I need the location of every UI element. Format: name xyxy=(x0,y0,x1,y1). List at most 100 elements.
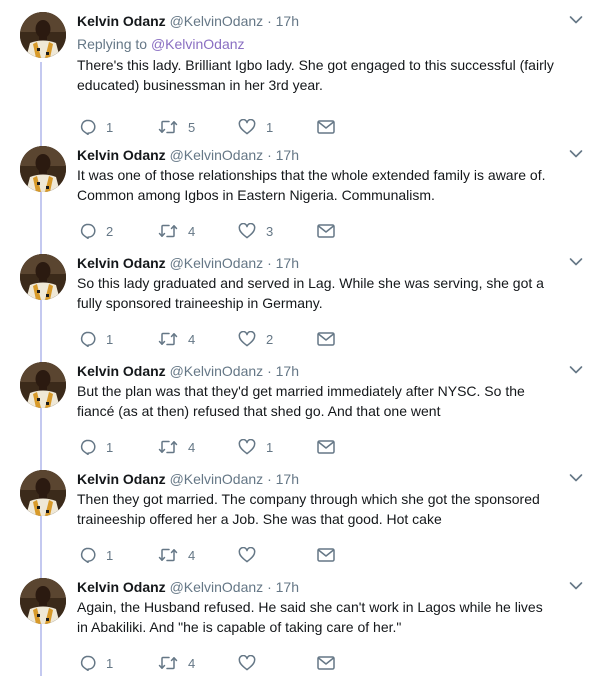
author-name[interactable]: Kelvin Odanz xyxy=(77,579,166,595)
reply-count: 1 xyxy=(106,119,114,135)
tweet-text: So this lady graduated and served in Lag… xyxy=(77,275,544,311)
retweet-icon xyxy=(158,547,178,563)
retweet-icon xyxy=(158,655,178,671)
tweet-actions: 1 4 2 xyxy=(0,329,420,349)
chevron-down-icon[interactable] xyxy=(568,578,584,594)
author-handle[interactable]: @KelvinOdanz xyxy=(170,579,264,595)
avatar[interactable] xyxy=(20,362,66,408)
retweet-button[interactable]: 4 xyxy=(158,653,195,673)
tweet-timestamp[interactable]: 17h xyxy=(276,147,299,163)
tweet-header: Kelvin Odanz @KelvinOdanz · 17h xyxy=(77,362,557,380)
avatar[interactable] xyxy=(20,578,66,624)
author-handle[interactable]: @KelvinOdanz xyxy=(170,471,264,487)
chevron-down-icon[interactable] xyxy=(568,470,584,486)
chevron-down-icon[interactable] xyxy=(568,362,584,378)
tweet-text: Then they got married. The company throu… xyxy=(77,491,540,527)
reply-button[interactable]: 1 xyxy=(79,329,113,349)
tweet-timestamp[interactable]: 17h xyxy=(276,471,299,487)
chevron-down-icon[interactable] xyxy=(568,254,584,270)
tweet-actions: 1 5 1 xyxy=(0,117,420,137)
separator-dot: · xyxy=(267,147,272,163)
tweet-text: Again, the Husband refused. He said she … xyxy=(77,599,543,635)
separator-dot: · xyxy=(267,471,272,487)
tweet-header: Kelvin Odanz @KelvinOdanz · 17h xyxy=(77,254,557,272)
reply-icon xyxy=(79,547,96,563)
tweet-text: There's this lady. Brilliant Igbo lady. … xyxy=(77,57,554,93)
tweet-actions: 1 4 xyxy=(0,545,420,565)
like-button[interactable]: 1 xyxy=(238,437,273,457)
retweet-icon xyxy=(158,223,178,239)
heart-icon xyxy=(238,655,256,671)
reply-button[interactable]: 1 xyxy=(79,545,113,565)
direct-message-button[interactable] xyxy=(317,221,335,241)
like-button[interactable] xyxy=(238,653,266,673)
author-handle[interactable]: @KelvinOdanz xyxy=(170,147,264,163)
direct-message-button[interactable] xyxy=(317,437,335,457)
avatar[interactable] xyxy=(20,254,66,300)
tweet-content: Kelvin Odanz @KelvinOdanz · 17h Then the… xyxy=(77,470,557,529)
author-name[interactable]: Kelvin Odanz xyxy=(77,363,166,379)
tweet-actions: 1 4 xyxy=(0,653,420,673)
direct-message-button[interactable] xyxy=(317,653,335,673)
heart-icon xyxy=(238,331,256,347)
retweet-button[interactable]: 4 xyxy=(158,545,195,565)
avatar[interactable] xyxy=(20,12,66,58)
retweet-button[interactable]: 4 xyxy=(158,329,195,349)
direct-message-button[interactable] xyxy=(317,545,335,565)
avatar[interactable] xyxy=(20,146,66,192)
author-name[interactable]: Kelvin Odanz xyxy=(77,471,166,487)
reply-icon xyxy=(79,223,96,239)
tweet-timestamp[interactable]: 17h xyxy=(276,579,299,595)
replying-to-label: Replying to xyxy=(77,36,148,52)
author-name[interactable]: Kelvin Odanz xyxy=(77,255,166,271)
direct-message-button[interactable] xyxy=(317,329,335,349)
tweet-text: It was one of those relationships that t… xyxy=(77,167,546,203)
retweet-icon xyxy=(158,439,178,455)
heart-icon xyxy=(238,223,256,239)
author-handle[interactable]: @KelvinOdanz xyxy=(170,13,264,29)
reply-button[interactable]: 1 xyxy=(79,117,113,137)
tweet-timestamp[interactable]: 17h xyxy=(276,13,299,29)
heart-icon xyxy=(238,547,256,563)
tweet-content: Kelvin Odanz @KelvinOdanz · 17h Again, t… xyxy=(77,578,557,637)
direct-message-icon xyxy=(317,656,335,670)
reply-button[interactable]: 1 xyxy=(79,653,113,673)
like-button[interactable] xyxy=(238,545,266,565)
reply-icon xyxy=(79,655,96,671)
tweet-header: Kelvin Odanz @KelvinOdanz · 17h xyxy=(77,146,557,164)
retweet-count: 4 xyxy=(188,223,196,239)
tweet-text: But the plan was that they'd get married… xyxy=(77,383,525,419)
author-handle[interactable]: @KelvinOdanz xyxy=(170,255,264,271)
chevron-down-icon[interactable] xyxy=(568,12,584,28)
like-count: 2 xyxy=(266,331,274,347)
tweet-content: Kelvin Odanz @KelvinOdanz · 17h It was o… xyxy=(77,146,557,205)
reply-count: 2 xyxy=(106,223,114,239)
retweet-count: 4 xyxy=(188,547,196,563)
tweet-timestamp[interactable]: 17h xyxy=(276,363,299,379)
direct-message-icon xyxy=(317,224,335,238)
separator-dot: · xyxy=(267,363,272,379)
like-count: 3 xyxy=(266,223,274,239)
like-button[interactable]: 2 xyxy=(238,329,273,349)
reply-count: 1 xyxy=(106,547,114,563)
reply-button[interactable]: 1 xyxy=(79,437,113,457)
direct-message-icon xyxy=(317,332,335,346)
retweet-button[interactable]: 4 xyxy=(158,437,195,457)
direct-message-icon xyxy=(317,548,335,562)
reply-icon xyxy=(79,119,96,135)
chevron-down-icon[interactable] xyxy=(568,146,584,162)
tweet-timestamp[interactable]: 17h xyxy=(276,255,299,271)
avatar[interactable] xyxy=(20,470,66,516)
like-button[interactable]: 3 xyxy=(238,221,273,241)
retweet-button[interactable]: 5 xyxy=(158,117,195,137)
like-button[interactable]: 1 xyxy=(238,117,273,137)
author-name[interactable]: Kelvin Odanz xyxy=(77,147,166,163)
direct-message-button[interactable] xyxy=(317,117,335,137)
retweet-button[interactable]: 4 xyxy=(158,221,195,241)
replying-to-mention[interactable]: @KelvinOdanz xyxy=(151,36,245,52)
reply-button[interactable]: 2 xyxy=(79,221,113,241)
author-handle[interactable]: @KelvinOdanz xyxy=(170,363,264,379)
reply-count: 1 xyxy=(106,439,114,455)
reply-icon xyxy=(79,331,96,347)
author-name[interactable]: Kelvin Odanz xyxy=(77,13,166,29)
